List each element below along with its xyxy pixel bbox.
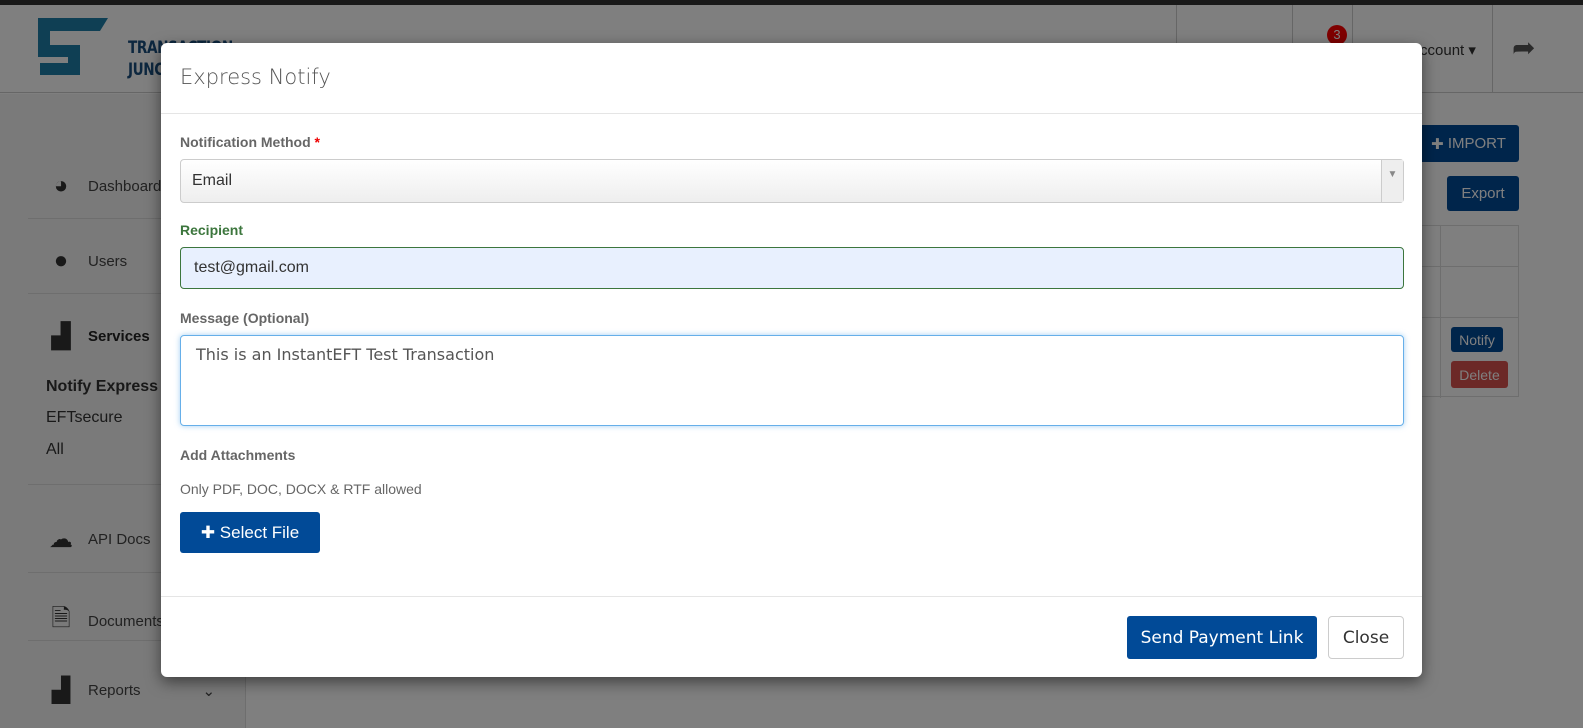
recipient-input[interactable]: test@gmail.com xyxy=(180,247,1404,289)
selected-value: Email xyxy=(192,172,233,189)
recipient-label: Recipient xyxy=(180,222,244,238)
close-button[interactable]: Close xyxy=(1328,616,1404,659)
message-textarea[interactable]: This is an InstantEFT Test Transaction xyxy=(180,335,1404,426)
notification-method-label: Notification Method * xyxy=(180,134,320,150)
chevron-down-icon: ▼ xyxy=(1381,160,1403,202)
attachments-help: Only PDF, DOC, DOCX & RTF allowed xyxy=(180,481,422,497)
send-payment-link-button[interactable]: Send Payment Link xyxy=(1127,616,1317,659)
modal-title: Express Notify xyxy=(161,43,1422,114)
notification-method-select[interactable]: Email ▼ xyxy=(180,159,1404,203)
message-label: Message (Optional) xyxy=(180,310,310,326)
plus-icon: ✚ xyxy=(200,522,220,542)
attachments-label: Add Attachments xyxy=(180,447,296,463)
express-notify-modal: Express Notify Notification Method * Ema… xyxy=(161,43,1422,677)
select-file-label: Select File xyxy=(219,522,300,542)
select-file-button[interactable]: ✚ Select File xyxy=(180,512,320,553)
